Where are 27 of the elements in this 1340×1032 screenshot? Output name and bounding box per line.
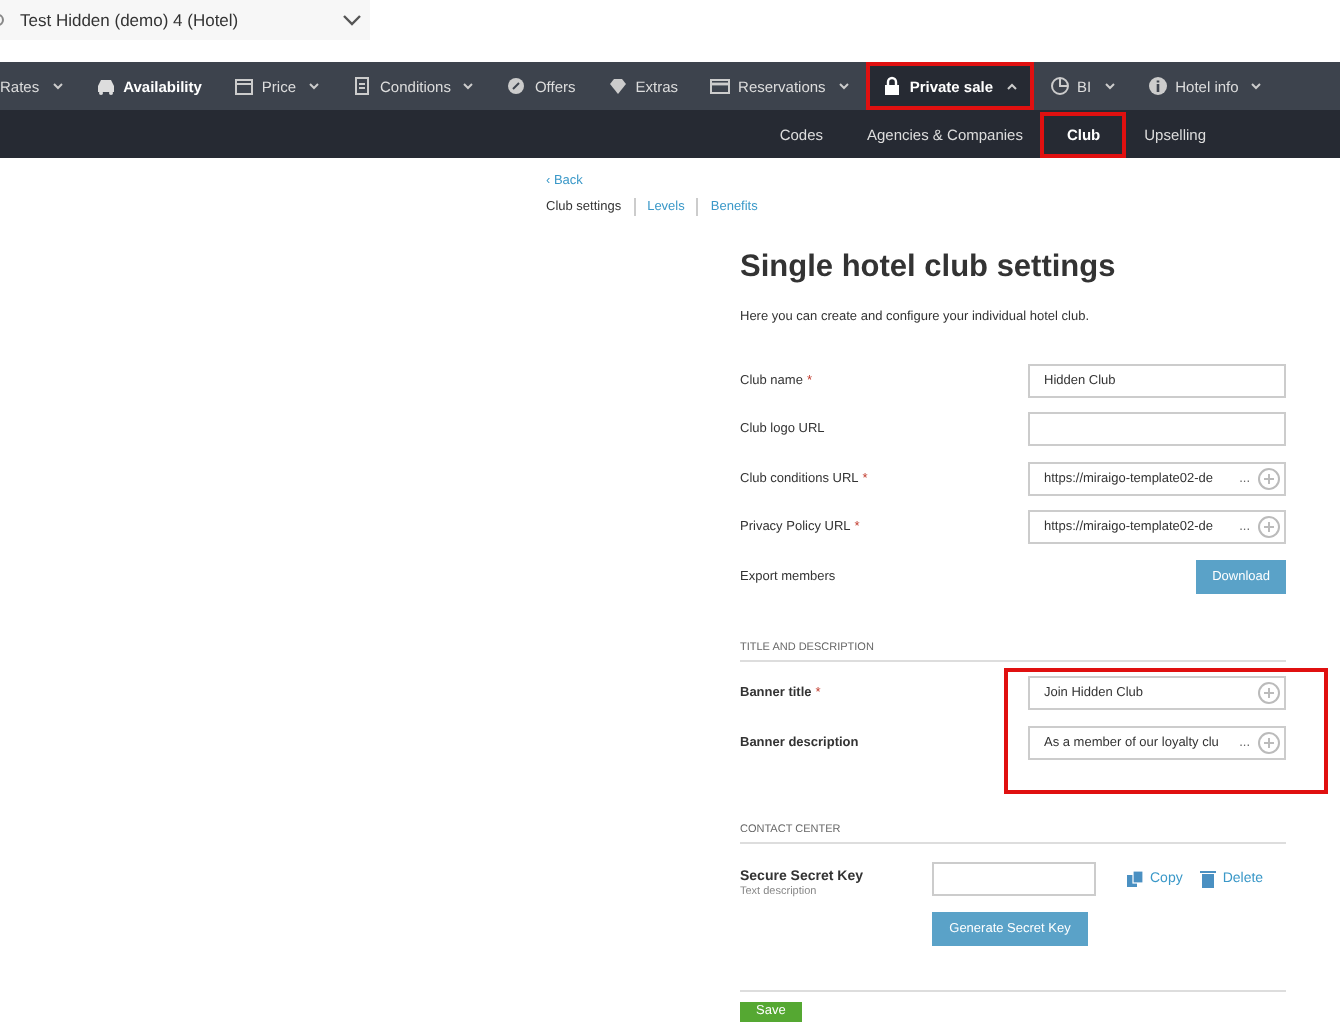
caret-icon xyxy=(1005,82,1018,90)
caret-icon xyxy=(462,82,475,90)
caret-icon xyxy=(51,82,64,90)
add-icon[interactable] xyxy=(1258,682,1280,705)
trash-icon xyxy=(1200,869,1217,887)
page-title: Single hotel club settings xyxy=(740,250,1118,286)
caret-icon xyxy=(1250,82,1263,90)
copy-icon xyxy=(1126,869,1144,887)
caret-icon xyxy=(1103,82,1116,90)
add-icon[interactable] xyxy=(1258,516,1280,539)
car-icon xyxy=(95,76,116,96)
lock-icon xyxy=(881,76,902,96)
calendar-icon xyxy=(233,76,254,96)
chevron-down-icon xyxy=(342,14,362,26)
input-field[interactable] xyxy=(1028,412,1286,447)
tag-icon xyxy=(506,76,527,96)
pie-chart-icon xyxy=(1049,76,1070,96)
caret-icon xyxy=(308,82,321,90)
info-icon xyxy=(1147,76,1168,96)
secret-key-field[interactable] xyxy=(932,861,1096,895)
add-icon[interactable] xyxy=(1258,731,1280,754)
diamond-icon xyxy=(607,76,628,96)
add-icon[interactable] xyxy=(1258,467,1280,490)
hotel-selector[interactable]: Test Hidden (demo) 4 (Hotel) xyxy=(0,0,370,40)
document-icon xyxy=(352,76,373,96)
card-icon xyxy=(710,76,731,96)
caret-icon xyxy=(837,82,850,90)
